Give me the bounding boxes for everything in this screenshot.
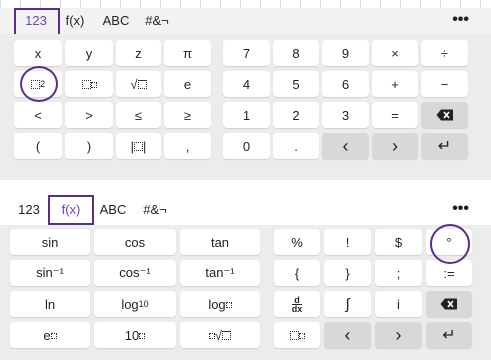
more-options-icon[interactable]: •••	[452, 8, 469, 34]
key-open-paren[interactable]: (	[14, 133, 62, 159]
keypad-area: x y z π 2 √ e < > ≤ ≥ ( ) | | , 7 8 9 × ÷…	[0, 34, 491, 180]
key-sin[interactable]: sin	[10, 229, 90, 255]
key-1[interactable]: 1	[223, 102, 270, 128]
key-cursor-right[interactable]: ›	[375, 322, 422, 348]
chevron-right-icon: ›	[392, 135, 398, 156]
key-close-brace[interactable]: }	[324, 260, 371, 286]
key-cursor-left[interactable]: ‹	[322, 133, 369, 159]
enter-icon: ↵	[437, 138, 452, 155]
key-nth-root[interactable]: √	[180, 322, 260, 348]
key-arctan[interactable]: tan⁻¹	[180, 260, 260, 286]
key-subscript[interactable]	[274, 322, 320, 348]
key-sqrt[interactable]: √	[116, 71, 161, 97]
tab-symbols[interactable]: #&¬	[142, 8, 172, 34]
key-cursor-right[interactable]: ›	[372, 133, 418, 159]
key-ln[interactable]: ln	[10, 291, 90, 317]
placeholder-base-icon	[225, 301, 232, 308]
placeholder-box-icon	[137, 79, 147, 89]
keyboard-panel-functions: 123 f(x) ABC #&¬ ••• sin cos tan sin⁻¹ c…	[0, 195, 491, 360]
key-tan[interactable]: tan	[180, 229, 260, 255]
key-enter[interactable]: ↵	[421, 133, 468, 159]
key-exp[interactable]: e	[10, 322, 90, 348]
key-x[interactable]: x	[14, 40, 62, 66]
key-2[interactable]: 2	[273, 102, 319, 128]
enter-icon: ↵	[442, 327, 456, 344]
tab-fx[interactable]: f(x)	[60, 8, 90, 34]
placeholder-exponent-icon	[50, 332, 57, 339]
key-backspace[interactable]	[426, 291, 472, 317]
key-backspace[interactable]	[421, 102, 468, 128]
key-imaginary[interactable]: i	[375, 291, 422, 317]
key-greater-equal[interactable]: ≥	[164, 102, 211, 128]
key-log-base[interactable]: log	[180, 291, 260, 317]
key-plus[interactable]: +	[372, 71, 418, 97]
tab-123[interactable]: 123	[14, 197, 44, 223]
key-close-paren[interactable]: )	[65, 133, 113, 159]
key-open-brace[interactable]: {	[274, 260, 320, 286]
key-minus[interactable]: −	[421, 71, 468, 97]
key-e[interactable]: e	[164, 71, 211, 97]
key-factorial[interactable]: !	[324, 229, 371, 255]
key-pi[interactable]: π	[164, 40, 211, 66]
key-semicolon[interactable]: ;	[375, 260, 422, 286]
chevron-left-icon: ‹	[344, 324, 351, 345]
annotation-highlight-circle	[20, 66, 58, 102]
keyboard-panel-numbers: 123 f(x) ABC #&¬ ••• x y z π 2 √ e < > ≤…	[0, 0, 491, 180]
annotation-highlight-box	[48, 195, 94, 225]
key-5[interactable]: 5	[273, 71, 319, 97]
placeholder-box-icon	[81, 79, 91, 89]
placeholder-subscript-icon	[298, 332, 305, 339]
placeholder-exponent-icon	[90, 81, 97, 88]
key-0[interactable]: 0	[223, 133, 270, 159]
placeholder-box-icon	[222, 330, 232, 340]
backspace-icon	[440, 298, 457, 310]
key-greater-than[interactable]: >	[65, 102, 113, 128]
tab-abc[interactable]: ABC	[98, 8, 134, 34]
key-equals[interactable]: =	[372, 102, 418, 128]
key-divide[interactable]: ÷	[421, 40, 468, 66]
keypad-area: sin cos tan sin⁻¹ cos⁻¹ tan⁻¹ ln log 10 l…	[0, 225, 491, 360]
key-z[interactable]: z	[116, 40, 161, 66]
key-9[interactable]: 9	[322, 40, 369, 66]
placeholder-exponent-icon	[139, 332, 146, 339]
key-comma[interactable]: ,	[164, 133, 211, 159]
key-percent[interactable]: %	[274, 229, 320, 255]
key-cursor-left[interactable]: ‹	[324, 322, 371, 348]
key-ten-power[interactable]: 10	[94, 322, 176, 348]
key-decimal[interactable]: .	[273, 133, 319, 159]
key-abs[interactable]: | |	[116, 133, 161, 159]
tab-abc[interactable]: ABC	[96, 197, 130, 223]
spreadsheet-grid-edge	[0, 0, 491, 8]
key-arcsin[interactable]: sin⁻¹	[10, 260, 90, 286]
key-cos[interactable]: cos	[94, 229, 176, 255]
keyboard-tabbar: 123 f(x) ABC #&¬ •••	[0, 8, 491, 34]
placeholder-box-icon	[134, 141, 143, 151]
key-multiply[interactable]: ×	[372, 40, 418, 66]
key-y[interactable]: y	[65, 40, 113, 66]
backspace-icon	[436, 109, 453, 121]
key-enter[interactable]: ↵	[426, 322, 472, 348]
key-3[interactable]: 3	[322, 102, 369, 128]
annotation-highlight-circle	[430, 224, 470, 264]
key-power[interactable]	[65, 71, 113, 97]
chevron-right-icon: ›	[395, 324, 402, 345]
key-7[interactable]: 7	[223, 40, 270, 66]
key-integral[interactable]: ∫	[324, 291, 371, 317]
key-derivative[interactable]: d dx	[274, 291, 320, 317]
key-8[interactable]: 8	[273, 40, 319, 66]
key-log10[interactable]: log 10	[94, 291, 176, 317]
tab-symbols[interactable]: #&¬	[140, 197, 170, 223]
key-less-equal[interactable]: ≤	[116, 102, 161, 128]
key-arccos[interactable]: cos⁻¹	[94, 260, 176, 286]
key-less-than[interactable]: <	[14, 102, 62, 128]
key-6[interactable]: 6	[322, 71, 369, 97]
more-options-icon[interactable]: •••	[452, 197, 469, 223]
key-dollar[interactable]: $	[375, 229, 422, 255]
key-4[interactable]: 4	[223, 71, 270, 97]
chevron-left-icon: ‹	[342, 135, 349, 156]
placeholder-box-icon	[289, 330, 299, 340]
